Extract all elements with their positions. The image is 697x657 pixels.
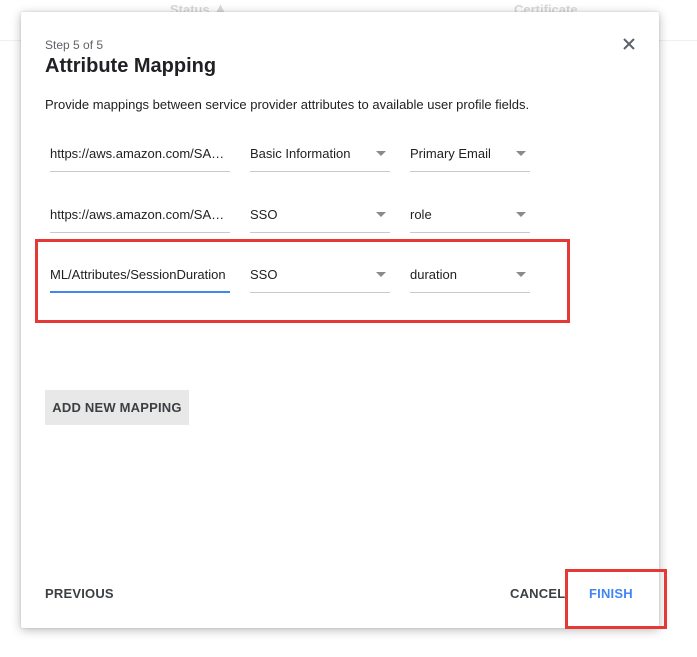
category-value: SSO [250,207,278,222]
add-new-mapping-button[interactable]: ADD NEW MAPPING [45,390,189,425]
attribute-name-value: https://aws.amazon.com/SA… [50,207,225,222]
attribute-name-input[interactable]: https://aws.amazon.com/SA… [50,197,230,233]
attribute-name-value: https://aws.amazon.com/SA… [50,146,225,161]
mapping-row: https://aws.amazon.com/SA… Basic Informa… [21,136,659,176]
finish-highlight-box [565,569,667,629]
step-indicator: Step 5 of 5 [45,38,104,52]
dropdown-arrow-icon [516,212,526,217]
dropdown-arrow-icon [516,151,526,156]
category-select[interactable]: SSO [250,197,390,233]
dropdown-arrow-icon [376,151,386,156]
profile-field-value: Primary Email [410,146,491,161]
category-select[interactable]: Basic Information [250,136,390,172]
dropdown-arrow-icon [376,212,386,217]
mapping-row: https://aws.amazon.com/SA… SSO role [21,197,659,237]
profile-field-select[interactable]: role [410,197,530,233]
previous-button[interactable]: PREVIOUS [45,586,114,601]
attribute-mapping-dialog: Step 5 of 5 Attribute Mapping Provide ma… [21,12,659,628]
attribute-name-input[interactable]: https://aws.amazon.com/SA… [50,136,230,172]
profile-field-select[interactable]: Primary Email [410,136,530,172]
dialog-description: Provide mappings between service provide… [45,97,530,112]
close-icon [623,38,635,50]
profile-field-value: role [410,207,432,222]
close-button[interactable] [617,32,641,56]
cancel-button[interactable]: CANCEL [510,586,565,601]
category-value: Basic Information [250,146,351,161]
mapping-highlight-box [35,239,570,323]
dialog-title: Attribute Mapping [45,55,217,77]
